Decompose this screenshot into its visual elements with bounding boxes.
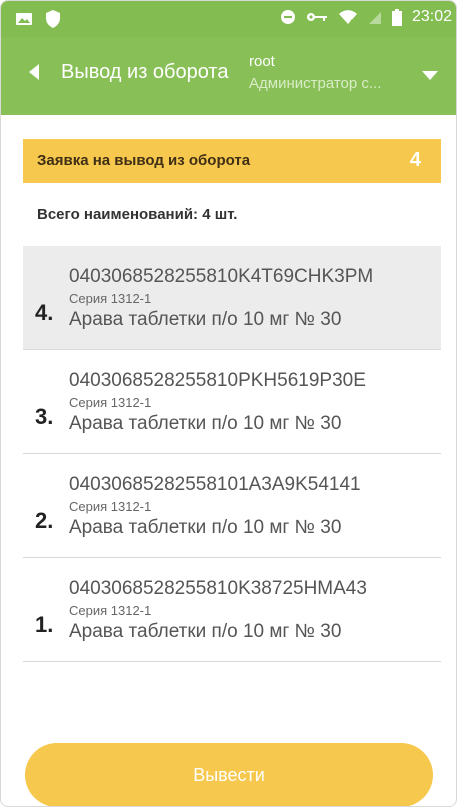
item-number: 3. (35, 404, 54, 429)
wifi-icon (338, 9, 358, 25)
app-bar: Вывод из оборота root Администратор с... (1, 37, 456, 115)
request-header: Заявка на вывод из оборота 4 (23, 139, 441, 183)
item-series: Серия 1312-1 (69, 603, 152, 618)
page-title[interactable]: Вывод из оборота (61, 61, 229, 84)
user-role[interactable]: Администратор с... (249, 75, 419, 92)
items-summary: Всего наименований: 4 шт. (37, 206, 238, 223)
item-product: Арава таблетки п/о 10 мг № 30 (69, 621, 342, 642)
battery-icon (391, 8, 402, 26)
status-bar: 23:02 (1, 1, 456, 37)
list-item[interactable]: 2. 04030685282558101A3A9K54141 Серия 131… (23, 454, 441, 558)
item-series: Серия 1312-1 (69, 499, 152, 514)
list-item[interactable]: 4. 0403068528255810K4T69CHK3PM Серия 131… (23, 246, 441, 350)
item-number: 4. (35, 300, 54, 325)
back-arrow-icon[interactable] (29, 64, 39, 80)
screen-frame: 23:02 Вывод из оборота root Администрато… (0, 0, 457, 807)
clock: 23:02 (411, 8, 452, 25)
item-code: 0403068528255810K38725HMA43 (69, 578, 367, 599)
list-item[interactable]: 1. 0403068528255810K38725HMA43 Серия 131… (23, 558, 441, 662)
shield-icon (45, 9, 61, 29)
withdraw-button[interactable]: Вывести (25, 743, 433, 806)
item-list: 4. 0403068528255810K4T69CHK3PM Серия 131… (23, 246, 441, 662)
no-sim-icon (368, 9, 382, 25)
image-icon (15, 11, 33, 27)
key-icon (306, 11, 328, 23)
item-product: Арава таблетки п/о 10 мг № 30 (69, 517, 342, 538)
list-item[interactable]: 3. 0403068528255810PKH5619P30E Серия 131… (23, 350, 441, 454)
item-number: 2. (35, 508, 54, 533)
item-series: Серия 1312-1 (69, 291, 152, 306)
item-code: 0403068528255810K4T69CHK3PM (69, 266, 374, 287)
item-series: Серия 1312-1 (69, 395, 152, 410)
item-product: Арава таблетки п/о 10 мг № 30 (69, 413, 342, 434)
request-count-badge: 4 (409, 149, 421, 171)
item-number: 1. (35, 612, 54, 637)
request-label: Заявка на вывод из оборота (37, 152, 251, 169)
item-code: 0403068528255810PKH5619P30E (69, 370, 366, 391)
user-name[interactable]: root (249, 53, 275, 70)
dnd-icon (280, 9, 296, 25)
chevron-down-icon[interactable] (422, 71, 438, 80)
item-product: Арава таблетки п/о 10 мг № 30 (69, 309, 342, 330)
item-code: 04030685282558101A3A9K54141 (69, 474, 361, 495)
